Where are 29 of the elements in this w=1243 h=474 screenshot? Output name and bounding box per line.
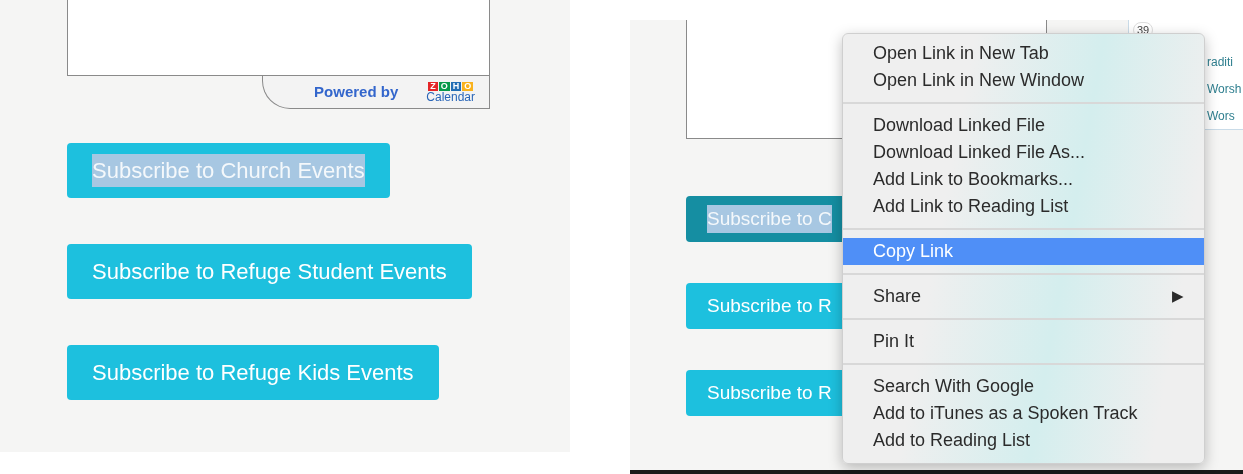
menu-item-label: Open Link in New Tab xyxy=(873,42,1049,65)
menu-item[interactable]: Add to Reading List xyxy=(843,427,1204,454)
logo-letter: O xyxy=(462,81,474,91)
menu-item-label: Search With Google xyxy=(873,375,1035,398)
powered-by-text: Powered by xyxy=(314,81,399,102)
menu-item[interactable]: Open Link in New Tab xyxy=(843,40,1204,67)
menu-item-label: Add Link to Reading List xyxy=(873,195,1069,218)
menu-item[interactable]: Pin It xyxy=(843,328,1204,355)
menu-item-label: Pin It xyxy=(873,330,915,353)
menu-item-label: Open Link in New Window xyxy=(873,69,1085,92)
menu-item-label: Add Link to Bookmarks... xyxy=(873,168,1074,191)
menu-item[interactable]: Download Linked File xyxy=(843,112,1204,139)
logo-caption: Calendar xyxy=(426,90,475,103)
calendar-event: raditi xyxy=(1207,54,1234,71)
menu-item[interactable]: Open Link in New Window xyxy=(843,67,1204,94)
logo-letter: H xyxy=(450,81,462,91)
menu-item-label: Download Linked File xyxy=(873,114,1046,137)
menu-item-label: Add to iTunes as a Spoken Track xyxy=(873,402,1138,425)
menu-item[interactable]: Add Link to Bookmarks... xyxy=(843,166,1204,193)
menu-item-label: Add to Reading List xyxy=(873,429,1031,452)
logo-letter: O xyxy=(438,81,450,91)
menu-item-label: Share xyxy=(873,285,922,308)
submenu-arrow: ▶ xyxy=(1172,286,1184,307)
logo-letter: Z xyxy=(428,81,438,91)
menu-item-label: Copy Link xyxy=(873,240,954,263)
menu-item[interactable]: Download Linked File As... xyxy=(843,139,1204,166)
calendar-event: Worsh xyxy=(1207,81,1242,98)
menu-item-label: Download Linked File As... xyxy=(873,141,1086,164)
calendar-event: Wors xyxy=(1207,108,1236,125)
